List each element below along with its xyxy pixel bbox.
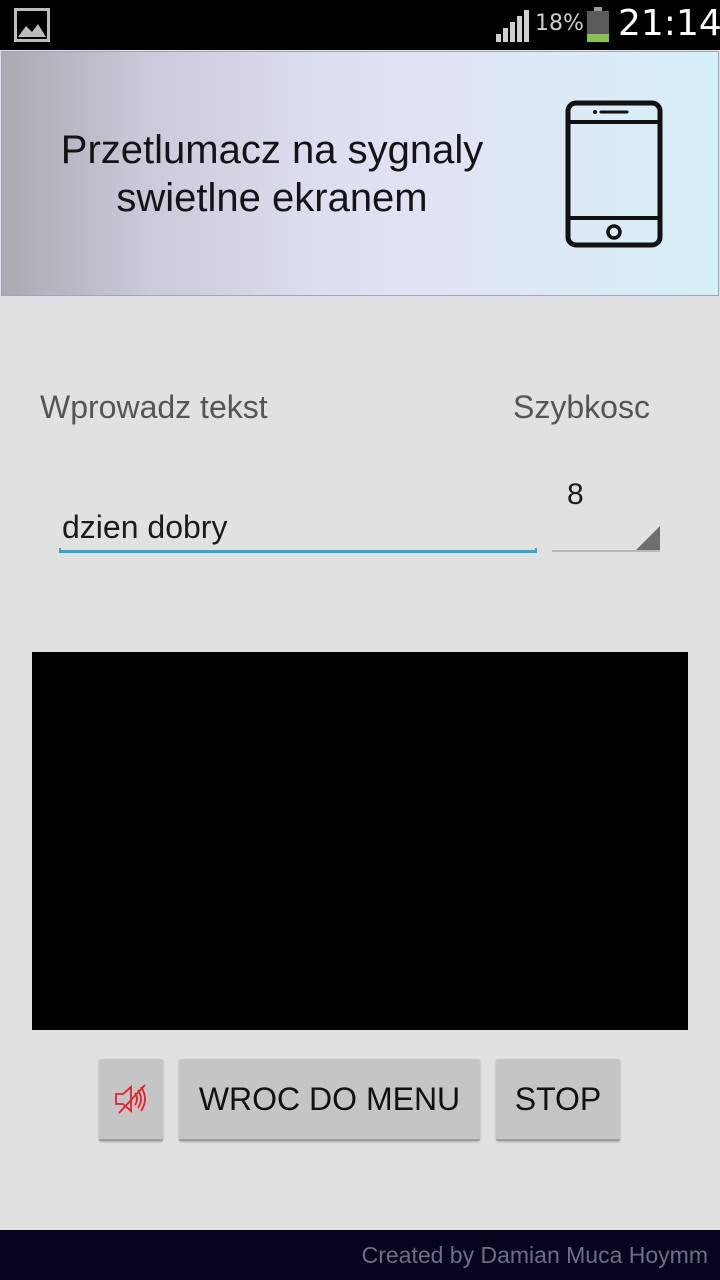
text-input-label: Wprowadz tekst (40, 389, 268, 425)
stop-button[interactable]: STOP (496, 1059, 620, 1141)
footer-credit: Created by Damian Muca Hoymm (361, 1242, 708, 1268)
sound-off-icon (115, 1084, 146, 1114)
status-bar: 18% 21:14 (0, 0, 720, 50)
sound-toggle-button[interactable] (99, 1059, 163, 1141)
speed-spinner[interactable]: 8 (552, 478, 662, 554)
gallery-icon (14, 8, 50, 42)
footer: Created by Damian Muca Hoymm (0, 1230, 720, 1280)
clock: 21:14 (618, 3, 720, 44)
battery-percent: 18% (535, 11, 584, 36)
speed-label: Szybkosc (513, 389, 650, 425)
speed-spinner-value: 8 (567, 478, 584, 511)
battery-icon (587, 7, 609, 42)
speed-spinner-underline (552, 550, 660, 552)
dropdown-arrow-icon (636, 526, 660, 550)
text-input[interactable] (59, 500, 537, 554)
page-title: Przetlumacz na sygnaly swietlne ekranem (60, 128, 484, 220)
smartphone-icon (565, 100, 663, 248)
back-to-menu-button[interactable]: WROC DO MENU (179, 1059, 480, 1141)
header-banner: Przetlumacz na sygnaly swietlne ekranem (1, 51, 719, 296)
signal-icon (496, 10, 529, 42)
signal-screen (32, 652, 688, 1030)
text-input-underline (59, 548, 537, 553)
